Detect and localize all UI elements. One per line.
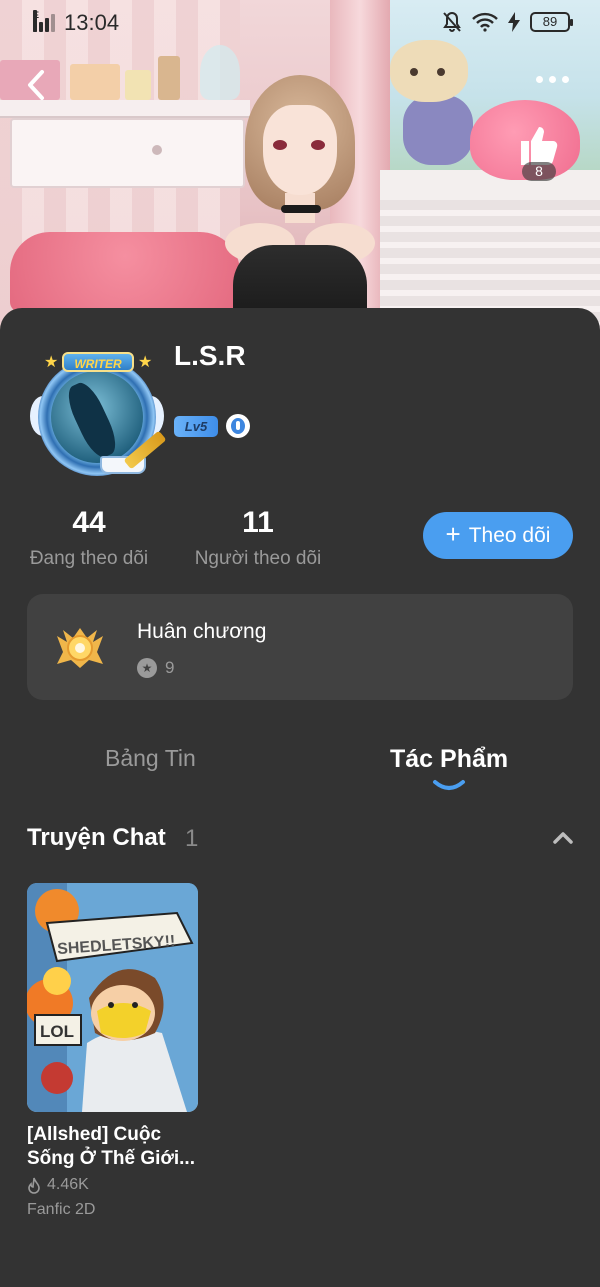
medals-count: ★ 9 (137, 658, 174, 678)
following-count: 44 (72, 506, 106, 539)
profile-banner (0, 0, 600, 340)
level-badge[interactable]: Lv5 (174, 416, 218, 437)
banner-character (225, 75, 375, 340)
avatar-frame-label: WRITER (62, 352, 134, 372)
status-bar: E 13:04 89 (0, 0, 600, 48)
flame-icon (28, 1177, 40, 1194)
story-card[interactable]: SHEDLETSKY!! LOL [Allshed] Cuộc Sống Ở T… (27, 883, 199, 1218)
medals-panel[interactable]: Huân chương ★ 9 (27, 594, 573, 700)
following-label: Đang theo dõi (29, 548, 149, 569)
tab-active-indicator (433, 780, 465, 790)
star-icon: ★ (138, 354, 153, 371)
profile-card: WRITER ★ ★ L.S.R Lv5 44 Đang theo dõi 11… (0, 308, 600, 1287)
story-cover-art: SHEDLETSKY!! LOL (27, 883, 198, 1112)
charging-icon (508, 12, 520, 32)
banner-vanity-shelf (0, 100, 250, 118)
wifi-icon (472, 12, 498, 32)
battery-indicator: 89 (530, 12, 573, 32)
story-views-value: 4.46K (47, 1176, 89, 1193)
story-genre: Fanfic 2D (27, 1201, 96, 1218)
story-title[interactable]: [Allshed] Cuộc Sống Ở Thế Giới... (27, 1123, 199, 1171)
tab-works[interactable]: Tác Phẩm (390, 745, 508, 774)
status-time: 13:04 (64, 10, 120, 35)
story-views: 4.46K (27, 1176, 89, 1194)
follow-button-label: Theo dõi (468, 523, 551, 547)
banner-cat-plush (385, 40, 480, 170)
followers-stat[interactable]: 11 Người theo dõi (190, 506, 326, 570)
medals-count-value: 9 (165, 658, 175, 677)
plus-icon: + (445, 519, 461, 549)
author-badge-icon[interactable] (226, 414, 250, 438)
svg-text:LOL: LOL (40, 1022, 74, 1041)
mute-bell-icon (443, 11, 461, 32)
followers-count: 11 (242, 506, 274, 539)
following-stat[interactable]: 44 Đang theo dõi (26, 506, 152, 570)
avatar-image (51, 371, 143, 463)
section-title: Truyện Chat (27, 824, 166, 851)
section-count: 1 (185, 825, 199, 852)
star-badge-icon: ★ (137, 658, 157, 678)
medal-icon (57, 628, 103, 668)
like-count: 8 (522, 162, 556, 181)
follow-button[interactable]: + Theo dõi (423, 512, 573, 559)
star-icon: ★ (44, 354, 59, 371)
signal-icon: E (33, 10, 59, 32)
banner-vanity-drawer (10, 118, 245, 188)
medals-title: Huân chương (137, 620, 267, 643)
back-arrow-icon[interactable] (22, 68, 52, 102)
banner-stool (10, 232, 240, 312)
story-cover[interactable]: SHEDLETSKY!! LOL (27, 883, 198, 1112)
more-options-icon[interactable] (536, 76, 574, 90)
tab-feed[interactable]: Bảng Tin (105, 745, 196, 772)
profile-name: L.S.R (174, 340, 246, 371)
followers-label: Người theo dõi (194, 548, 322, 569)
chevron-up-icon[interactable] (551, 828, 575, 848)
avatar[interactable]: WRITER ★ ★ (30, 348, 167, 478)
